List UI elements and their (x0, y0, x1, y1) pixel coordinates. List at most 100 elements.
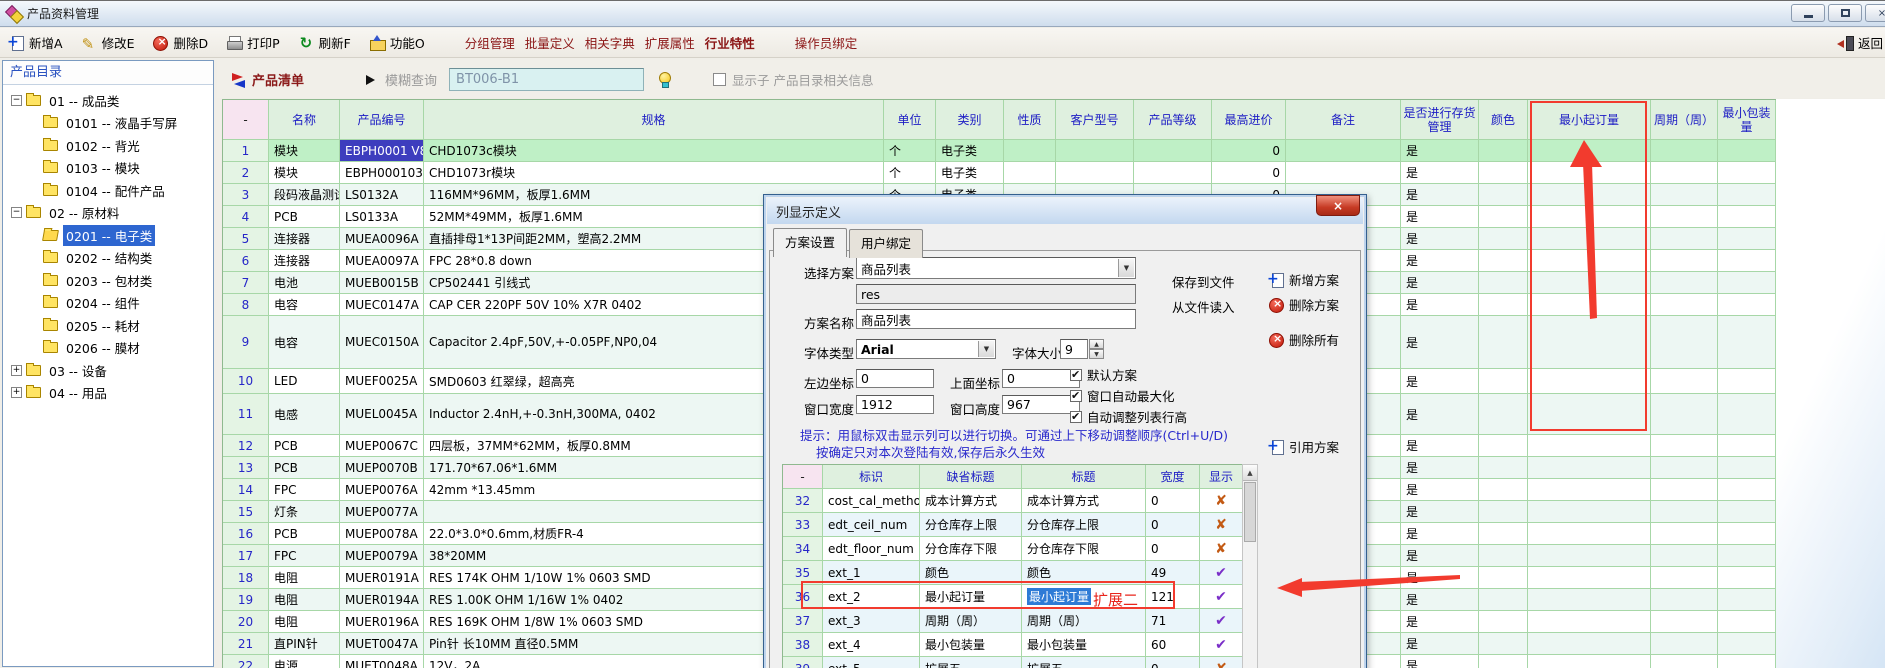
dialog-grid-row[interactable]: 32cost_cal_method成本计算方式成本计算方式0✘ (783, 489, 1242, 513)
show-x-icon[interactable]: ✘ (1205, 541, 1237, 557)
save-to-file-button[interactable]: 保存到文件 (1172, 272, 1235, 291)
show-x-icon[interactable]: ✘ (1205, 661, 1237, 668)
table-row[interactable]: 1模块EBPH0001 V8.0CHD1073c模块个电子类0是 (223, 140, 1776, 162)
dialog-close-button[interactable]: × (1316, 195, 1360, 216)
top-coord-input[interactable]: 0 (1002, 369, 1080, 388)
dialog-grid-row[interactable]: 35ext_1颜色颜色49✔ (783, 561, 1242, 585)
dialog-titlebar[interactable]: 列显示定义 (767, 198, 1363, 224)
show-check-icon[interactable]: ✔ (1205, 589, 1237, 605)
expand-icon[interactable]: + (11, 387, 22, 398)
column-header[interactable]: 最小包装量 (1718, 100, 1776, 140)
column-header[interactable]: 名称 (269, 100, 340, 140)
sidebar-item-0202[interactable]: 0202 -- 结构类 (3, 247, 213, 270)
column-header[interactable]: 备注 (1286, 100, 1401, 140)
column-header[interactable]: 最高进价 (1212, 100, 1286, 140)
show-x-icon[interactable]: ✘ (1205, 517, 1237, 533)
toolbar-button-add[interactable]: 新增A (8, 33, 63, 52)
dialog-column-header[interactable]: 宽度 (1146, 465, 1200, 489)
column-header[interactable]: 周期（周） (1651, 100, 1718, 140)
sidebar-item-04[interactable]: +04 -- 用品 (3, 382, 213, 405)
sidebar-item-0102[interactable]: 0102 -- 背光 (3, 134, 213, 157)
table-row[interactable]: 2模块EBPH000103 V3.0CHD1073r模块个电子类0是 (223, 162, 1776, 184)
window-width-input[interactable]: 1912 (856, 395, 934, 414)
toolbar-menu-item[interactable]: 分组管理 (465, 33, 515, 52)
default-scheme-checkbox[interactable]: 默认方案 (1070, 365, 1137, 384)
toolbar-button-edit[interactable]: 修改E (81, 33, 135, 52)
dialog-grid-row[interactable]: 34edt_floor_num分仓库存下限分仓库存下限0✘ (783, 537, 1242, 561)
font-size-spinner[interactable]: ▲ ▼ (1089, 339, 1104, 359)
toolbar-button-refresh[interactable]: 刷新F (298, 33, 351, 52)
product-list-label[interactable]: 产品清单 (252, 70, 304, 89)
show-check-icon[interactable]: ✔ (1205, 565, 1237, 581)
minimize-button[interactable] (1791, 4, 1825, 22)
sidebar-item-02[interactable]: −02 -- 原材料 (3, 202, 213, 225)
tab-scheme-settings[interactable]: 方案设置 (773, 228, 847, 257)
toolbar-menu-item[interactable]: 扩展属性 (645, 33, 695, 52)
delete-all-button[interactable]: 删除所有 (1268, 330, 1339, 349)
toolbar-menu-item[interactable]: 批量定义 (525, 33, 575, 52)
spinner-up-icon[interactable]: ▲ (1089, 339, 1104, 349)
chevron-down-icon[interactable]: ▼ (1118, 259, 1134, 277)
show-check-icon[interactable]: ✔ (1205, 637, 1237, 653)
toolbar-button-print[interactable]: 打印P (226, 33, 280, 52)
column-header[interactable]: 客户型号 (1056, 100, 1134, 140)
spinner-down-icon[interactable]: ▼ (1089, 349, 1104, 359)
dialog-column-header[interactable]: 标题 (1022, 465, 1146, 489)
ref-scheme-button[interactable]: 引用方案 (1268, 437, 1339, 456)
dialog-column-header[interactable]: 缺省标题 (920, 465, 1022, 489)
scheme-name-input[interactable]: 商品列表 (856, 309, 1136, 329)
show-x-icon[interactable]: ✘ (1205, 493, 1237, 509)
font-size-input[interactable]: 9 (1060, 339, 1088, 359)
toolbar-button-del[interactable]: 删除D (152, 33, 208, 52)
column-header[interactable]: 颜色 (1479, 100, 1528, 140)
read-from-file-button[interactable]: 从文件读入 (1172, 297, 1235, 316)
column-header[interactable]: 规格 (424, 100, 884, 140)
toolbar-button-func[interactable]: 功能O (369, 33, 425, 52)
left-coord-input[interactable]: 0 (856, 369, 934, 388)
dialog-grid-row[interactable]: 37ext_3周期（周）周期（周）71✔ (783, 609, 1242, 633)
search-input[interactable] (449, 68, 644, 91)
sidebar-item-0205[interactable]: 0205 -- 耗材 (3, 314, 213, 337)
collapse-icon[interactable]: − (11, 207, 22, 218)
dialog-grid-row[interactable]: 36ext_2最小起订量最小起订量121✔ (783, 585, 1242, 609)
sidebar-item-0101[interactable]: 0101 -- 液晶手写屏 (3, 112, 213, 135)
toolbar-menu-item[interactable]: 相关字典 (585, 33, 635, 52)
window-height-input[interactable]: 967 (1002, 395, 1080, 414)
dialog-grid-row[interactable]: 33edt_ceil_num分仓库存上限分仓库存上限0✘ (783, 513, 1242, 537)
chevron-down-icon[interactable]: ▼ (978, 341, 994, 357)
sidebar-item-0204[interactable]: 0204 -- 组件 (3, 292, 213, 315)
maximize-button[interactable] (1828, 4, 1862, 22)
show-check-icon[interactable]: ✔ (1205, 613, 1237, 629)
dialog-grid-row[interactable]: 38ext_4最小包装量最小包装量60✔ (783, 633, 1242, 657)
column-header[interactable]: 产品编号 (340, 100, 424, 140)
sidebar-item-0201[interactable]: 0201 -- 电子类 (3, 224, 213, 247)
dialog-column-header[interactable]: 显示 (1200, 465, 1242, 489)
column-header[interactable]: 类别 (936, 100, 1004, 140)
expand-icon[interactable]: + (11, 365, 22, 376)
dialog-grid-row[interactable]: 39ext_5扩展五扩展五0✘ (783, 657, 1242, 668)
select-scheme-combobox[interactable]: 商品列表 ▼ (856, 257, 1136, 279)
tab-user-binding[interactable]: 用户绑定 (849, 229, 923, 258)
close-button[interactable]: × (1865, 4, 1885, 22)
sidebar-item-0103[interactable]: 0103 -- 模块 (3, 157, 213, 180)
auto-row-height-checkbox[interactable]: 自动调整列表行高 (1070, 407, 1187, 426)
font-type-combobox[interactable]: Arial ▼ (856, 339, 996, 359)
grid-scrollbar[interactable]: ▲ (1242, 464, 1258, 668)
sidebar-item-0203[interactable]: 0203 -- 包材类 (3, 269, 213, 292)
scroll-up-icon[interactable]: ▲ (1243, 465, 1257, 481)
toolbar-menu-item[interactable]: 操作员绑定 (795, 33, 858, 52)
dialog-column-header[interactable]: 标识 (823, 465, 920, 489)
sidebar-item-03[interactable]: +03 -- 设备 (3, 359, 213, 382)
column-header[interactable]: 是否进行存货管理 (1401, 100, 1479, 140)
sidebar-item-0104[interactable]: 0104 -- 配件产品 (3, 179, 213, 202)
sidebar-item-0206[interactable]: 0206 -- 膜材 (3, 337, 213, 360)
dialog-column-header[interactable]: - (783, 465, 823, 489)
column-header[interactable]: 单位 (884, 100, 936, 140)
column-header[interactable]: 产品等级 (1134, 100, 1212, 140)
delete-scheme-button[interactable]: 删除方案 (1268, 295, 1339, 314)
show-sub-checkbox[interactable] (713, 73, 726, 86)
add-scheme-button[interactable]: 新增方案 (1268, 270, 1339, 289)
scroll-thumb[interactable] (1244, 482, 1256, 542)
auto-maximize-checkbox[interactable]: 窗口自动最大化 (1070, 386, 1175, 405)
return-button[interactable]: 返回 (1837, 33, 1883, 52)
